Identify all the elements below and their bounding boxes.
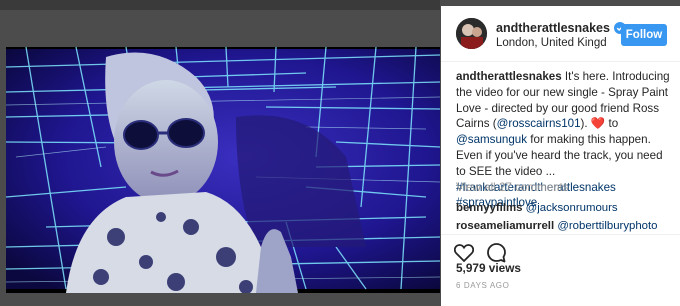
view-count: 5,979 views <box>456 261 521 275</box>
comment-mention[interactable]: @jacksonrumours <box>526 202 618 214</box>
video-frame-image <box>6 47 440 293</box>
comment-username[interactable]: bennyyfilms <box>456 202 522 214</box>
post-video[interactable] <box>6 47 440 293</box>
caption-author[interactable]: andtherattlesnakes <box>456 70 562 83</box>
follow-button[interactable]: Follow <box>621 24 667 46</box>
view-all-comments-link[interactable]: View all 27 comments <box>456 181 569 194</box>
comment-username[interactable]: roseameliamurrell <box>456 220 554 232</box>
caption-mention[interactable]: @rosscairns101 <box>497 117 581 130</box>
caption-text: to <box>605 117 619 131</box>
heart-icon[interactable] <box>454 244 474 262</box>
comment-item: bennyyfilms @jacksonrumours <box>456 202 618 214</box>
post-date[interactable]: 6 DAYS AGO <box>456 281 509 290</box>
post-username[interactable]: andtherattlesnakes <box>496 21 610 35</box>
heart-emoji: ❤️ <box>590 117 606 131</box>
caption-mention[interactable]: @samsunguk <box>456 133 527 146</box>
username-row: andtherattlesnakes <box>496 21 626 35</box>
comment-bubble-icon[interactable] <box>486 243 506 263</box>
post-header: andtherattlesnakes London, United Kingd.… <box>441 6 680 62</box>
post-details-panel: andtherattlesnakes London, United Kingd.… <box>441 6 680 306</box>
caption-text: ). <box>580 117 591 131</box>
avatar[interactable] <box>456 18 487 49</box>
comment-item: roseameliamurrell @roberttilburyphoto <box>456 220 658 232</box>
avatar-image <box>456 18 487 49</box>
comment-mention[interactable]: @roberttilburyphoto <box>557 220 657 232</box>
post-location[interactable]: London, United Kingd... <box>496 37 606 49</box>
backdrop-strip <box>0 0 440 10</box>
